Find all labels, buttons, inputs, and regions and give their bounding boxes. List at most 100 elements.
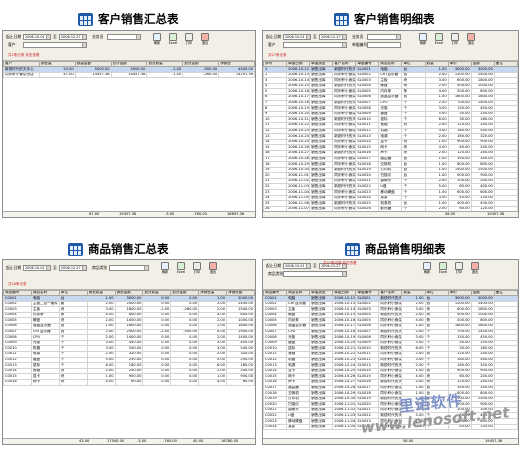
table-cell: 60.00 <box>114 378 144 386</box>
toolbar: 起止日期 2006-10-01 至 2006-12-27 业务员 客户 刷新 E… <box>3 31 255 61</box>
table-cell: 耳麦 <box>286 423 311 431</box>
print-button[interactable]: 打印 <box>449 33 461 52</box>
table-row[interactable]: C0016 网卡块 4.00 60.00 0.00 0.00 4.00 60.00 <box>3 378 255 386</box>
excel-icon <box>435 33 443 41</box>
table-cell: 47.00 <box>38 71 76 79</box>
table-cell: 60.00 <box>226 378 255 386</box>
customer-label: 客户 <box>268 42 276 47</box>
table-cell: 14197.36 <box>218 71 255 79</box>
table-row[interactable]: 同乐轩小食杂货店 47.00 14457.36 14457.36 -1.00 -260.0… <box>3 71 255 79</box>
exit-icon <box>209 262 217 270</box>
date-from-field[interactable]: 2006-10-01 <box>23 265 51 271</box>
title-customer-sales-detail: 客户销售明细表 <box>334 11 435 27</box>
chevron-down-icon[interactable] <box>82 266 86 270</box>
print-button[interactable]: 打印 <box>183 33 195 52</box>
date-to-field[interactable]: 2006-12-27 <box>59 265 87 271</box>
exit-button[interactable]: 退出 <box>465 33 477 52</box>
refresh-icon <box>423 262 431 270</box>
record-count-note: 共2条记录 双击查看 <box>8 53 40 57</box>
date-to-field[interactable]: 2006-12-27 <box>59 34 87 40</box>
table-cell: 4.00 <box>86 378 116 386</box>
table-cell: 0.00 <box>142 378 172 386</box>
table-cell: 网卡 <box>30 378 60 386</box>
table-cell: 销售出库 <box>309 423 334 431</box>
date-to-field[interactable]: 2006-12-27 <box>319 34 347 40</box>
chevron-down-icon[interactable] <box>82 35 86 39</box>
excel-button[interactable]: Excel <box>437 262 449 281</box>
table-icon <box>334 12 349 26</box>
table-cell: -1.00 <box>146 71 184 79</box>
record-count-note: 共27条记录 <box>268 53 287 57</box>
chevron-down-icon[interactable] <box>342 272 346 276</box>
date-from-field[interactable]: 2006-10-01 <box>283 34 311 40</box>
refresh-icon <box>153 33 161 41</box>
totals-bar: 58.00 19457.36 <box>263 211 518 217</box>
table-cell: C0016 <box>3 378 32 386</box>
data-grid: 商品编号 商品名称 单位 销售数量 销售金额 退货数量 退货金额 净销售量 净销售额 C0001 电… <box>3 290 255 386</box>
chevron-down-icon[interactable] <box>136 35 140 39</box>
printer-icon <box>455 262 463 270</box>
chevron-down-icon[interactable] <box>306 264 310 268</box>
chevron-down-icon[interactable] <box>144 266 148 270</box>
category-select[interactable] <box>283 271 347 277</box>
salesperson-select[interactable] <box>107 34 141 40</box>
data-grid: 序号 单据日期 单据类型 客户名称 单据编号 商品名称 单位 数量 单价 金额 备注 1 2006-10… <box>263 61 518 217</box>
toolbar: 起止日期 2006-10-01 至 2006-12-27 商品类别 刷新 Exc… <box>263 260 518 290</box>
excel-button[interactable]: Excel <box>167 33 179 52</box>
date-range-label: 起止日期 <box>6 34 22 39</box>
printer-icon <box>185 33 193 41</box>
to-label: 至 <box>53 265 57 270</box>
chevron-down-icon[interactable] <box>342 35 346 39</box>
date-range-label: 起止日期 <box>6 265 22 270</box>
chevron-down-icon[interactable] <box>396 35 400 39</box>
exit-button[interactable]: 退出 <box>469 262 481 281</box>
to-label: 至 <box>313 34 317 39</box>
to-label: 至 <box>53 34 57 39</box>
chevron-down-icon[interactable] <box>46 35 50 39</box>
table-cell: 4.00 <box>198 378 227 386</box>
exit-button[interactable]: 退出 <box>199 33 211 52</box>
print-button[interactable]: 打印 <box>191 262 203 281</box>
refresh-button[interactable]: 刷新 <box>151 33 163 52</box>
record-count-note: 共27条记录 双击查看 <box>323 261 357 265</box>
exit-button[interactable]: 退出 <box>207 262 219 281</box>
chevron-down-icon[interactable] <box>82 43 86 47</box>
to-label: 至 <box>313 263 317 268</box>
date-range-label: 起止日期 <box>266 263 282 268</box>
title-product-sales-summary: 商品销售汇总表 <box>68 241 169 257</box>
table-cell: C0024 <box>263 423 288 431</box>
chevron-down-icon[interactable] <box>46 266 50 270</box>
print-button[interactable]: 打印 <box>453 262 465 281</box>
chevron-down-icon[interactable] <box>306 35 310 39</box>
table-cell: 2006-11-05 <box>332 423 357 431</box>
exit-icon <box>201 33 209 41</box>
window-customer-sales-summary: 起止日期 2006-10-01 至 2006-12-27 业务员 客户 刷新 E… <box>2 30 256 218</box>
doc-number-field[interactable] <box>367 42 401 48</box>
refresh-button[interactable]: 刷新 <box>421 262 433 281</box>
excel-icon <box>177 262 185 270</box>
salesperson-select[interactable] <box>367 34 401 40</box>
table-cell: 14457.36 <box>74 71 112 79</box>
exit-icon <box>471 262 479 270</box>
category-select[interactable] <box>109 265 149 271</box>
chevron-down-icon[interactable] <box>342 43 346 47</box>
table-cell: 0.00 <box>170 378 200 386</box>
toolbar: 起止日期 2006-10-01 至 2006-12-27 商品类别 刷新 Exc… <box>3 260 255 290</box>
doc-number-label: 单据编号 <box>352 42 368 47</box>
excel-button[interactable]: Excel <box>433 33 445 52</box>
table-cell <box>493 423 518 431</box>
printer-icon <box>193 262 201 270</box>
customer-select[interactable] <box>283 42 347 48</box>
customer-select[interactable] <box>23 42 87 48</box>
refresh-button[interactable]: 刷新 <box>159 262 171 281</box>
title-customer-sales-summary: 客户销售汇总表 <box>78 11 179 27</box>
window-customer-sales-detail: 起止日期 2006-10-01 至 2006-12-27 业务员 客户 单据编号… <box>262 30 519 218</box>
category-label: 商品类别 <box>268 271 284 276</box>
table-icon <box>345 242 360 256</box>
excel-button[interactable]: Excel <box>175 262 187 281</box>
refresh-button[interactable]: 刷新 <box>417 33 429 52</box>
date-from-field[interactable]: 2006-10-01 <box>283 263 311 269</box>
table-cell: 14457.36 <box>110 71 148 79</box>
date-from-field[interactable]: 2006-10-01 <box>23 34 51 40</box>
exit-icon <box>467 33 475 41</box>
